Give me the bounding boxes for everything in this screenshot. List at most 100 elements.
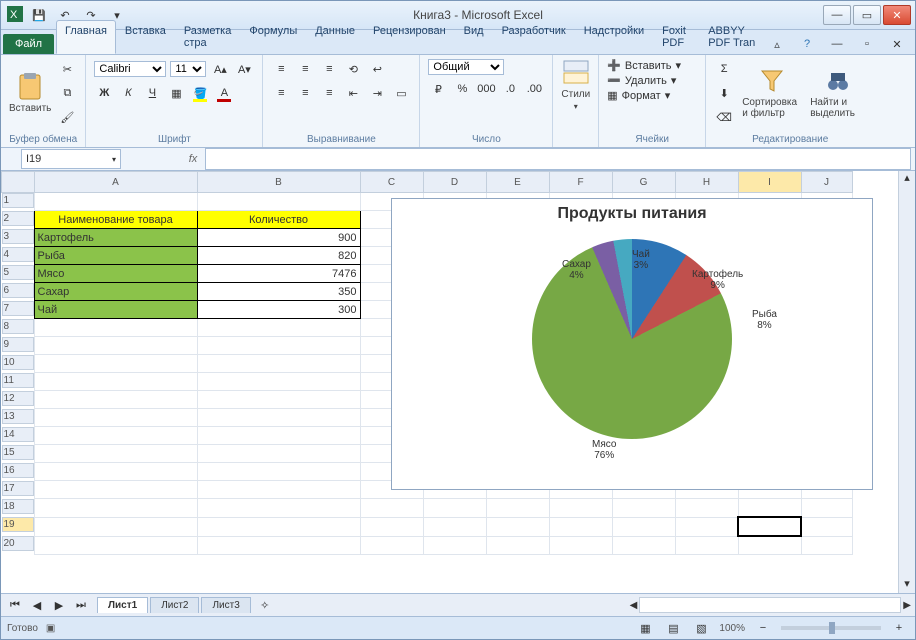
cells-delete-button[interactable]: ➖ Удалить ▾ [607, 74, 697, 87]
cell[interactable] [34, 427, 197, 445]
column-header[interactable]: H [675, 172, 738, 193]
new-sheet-icon[interactable]: ✧ [255, 595, 275, 615]
zoom-level[interactable]: 100% [719, 623, 745, 634]
align-bottom-icon[interactable]: ≡ [319, 59, 339, 79]
decrease-indent-icon[interactable]: ⇤ [343, 83, 363, 103]
cell[interactable] [423, 499, 486, 518]
row-header[interactable]: 10 [2, 355, 34, 370]
cut-icon[interactable]: ✂ [57, 59, 77, 79]
row-header[interactable]: 9 [2, 337, 34, 352]
column-header[interactable]: C [360, 172, 423, 193]
cell[interactable]: Мясо [34, 265, 197, 283]
mdi-restore-icon[interactable]: ▫ [857, 34, 877, 54]
fill-down-icon[interactable]: ⬇ [714, 83, 734, 103]
font-color-icon[interactable]: A [214, 83, 234, 103]
column-header[interactable]: A [34, 172, 197, 193]
cell[interactable] [738, 536, 801, 555]
autosum-icon[interactable]: Σ [714, 59, 734, 79]
decrease-decimal-icon[interactable]: .00 [524, 79, 544, 99]
cell[interactable] [197, 337, 360, 355]
zoom-in-icon[interactable]: + [889, 618, 909, 638]
ribbon-tab[interactable]: Формулы [240, 20, 306, 54]
number-format-select[interactable]: Общий [428, 59, 504, 75]
row-header[interactable]: 16 [2, 463, 34, 478]
merge-icon[interactable]: ▭ [391, 83, 411, 103]
sheet-tab[interactable]: Лист2 [150, 597, 199, 613]
cells-insert-button[interactable]: ➕ Вставить ▾ [607, 59, 697, 72]
find-select-button[interactable]: Найти и выделить [810, 67, 866, 119]
cell[interactable] [486, 499, 549, 518]
row-header[interactable]: 17 [2, 481, 34, 496]
ribbon-tab[interactable]: Вставка [116, 20, 175, 54]
column-header[interactable]: G [612, 172, 675, 193]
macro-record-icon[interactable]: ▣ [46, 623, 55, 634]
cell[interactable] [360, 517, 423, 536]
cell[interactable] [197, 373, 360, 391]
file-tab[interactable]: Файл [3, 34, 54, 54]
cell[interactable] [675, 517, 738, 536]
scroll-up-icon[interactable]: ▴ [904, 171, 910, 187]
cell[interactable] [360, 536, 423, 555]
cell[interactable]: 300 [197, 301, 360, 319]
styles-button[interactable]: Стили ▾ [561, 59, 590, 111]
cell[interactable] [197, 391, 360, 409]
cell[interactable]: Картофель [34, 229, 197, 247]
cell[interactable] [34, 355, 197, 373]
increase-decimal-icon[interactable]: .0 [500, 79, 520, 99]
cell[interactable]: 7476 [197, 265, 360, 283]
select-all-corner[interactable] [2, 172, 35, 193]
ribbon-tab[interactable]: Рецензирован [364, 20, 455, 54]
horizontal-scrollbar[interactable]: ◀ ▶ [630, 597, 915, 613]
row-header[interactable]: 7 [2, 301, 34, 316]
cell[interactable] [801, 499, 852, 518]
column-header[interactable]: E [486, 172, 549, 193]
increase-font-icon[interactable]: A▴ [210, 59, 230, 79]
row-header[interactable]: 4 [2, 247, 34, 262]
comma-icon[interactable]: 000 [476, 79, 496, 99]
fx-icon[interactable]: fx [181, 153, 205, 165]
cell[interactable] [197, 536, 360, 555]
prev-sheet-icon[interactable]: ◀ [27, 595, 47, 615]
column-header[interactable]: D [423, 172, 486, 193]
first-sheet-icon[interactable]: ⏮ [5, 595, 25, 615]
minimize-button[interactable]: — [823, 5, 851, 25]
cell[interactable] [197, 463, 360, 481]
cell[interactable] [549, 499, 612, 518]
align-center-icon[interactable]: ≡ [295, 83, 315, 103]
page-break-view-icon[interactable]: ▧ [691, 618, 711, 638]
cell[interactable] [34, 337, 197, 355]
cell[interactable]: 350 [197, 283, 360, 301]
cell[interactable] [197, 319, 360, 337]
copy-icon[interactable]: ⧉ [57, 83, 77, 103]
cell[interactable] [197, 445, 360, 463]
cell[interactable] [549, 536, 612, 555]
cell[interactable] [612, 536, 675, 555]
column-header[interactable]: F [549, 172, 612, 193]
cell[interactable] [34, 517, 197, 536]
page-layout-view-icon[interactable]: ▤ [663, 618, 683, 638]
cell[interactable]: Чай [34, 301, 197, 319]
cell[interactable] [34, 319, 197, 337]
orientation-icon[interactable]: ⟲ [343, 59, 363, 79]
row-header[interactable]: 6 [2, 283, 34, 298]
wrap-text-icon[interactable]: ↩ [367, 59, 387, 79]
cell[interactable]: Количество [197, 211, 360, 229]
align-middle-icon[interactable]: ≡ [295, 59, 315, 79]
cell[interactable] [486, 536, 549, 555]
cell[interactable] [738, 499, 801, 518]
column-header[interactable]: B [197, 172, 360, 193]
row-header[interactable]: 11 [2, 373, 34, 388]
row-header[interactable]: 14 [2, 427, 34, 442]
ribbon-tab[interactable]: Главная [56, 20, 116, 54]
ribbon-tab[interactable]: ABBYY PDF Tran [699, 20, 767, 54]
ribbon-tab[interactable]: Foxit PDF [653, 20, 699, 54]
save-icon[interactable]: 💾 [29, 5, 49, 25]
cell[interactable]: Рыба [34, 247, 197, 265]
sheet-tab[interactable]: Лист1 [97, 597, 148, 613]
cell[interactable] [34, 373, 197, 391]
cell[interactable] [197, 427, 360, 445]
zoom-out-icon[interactable]: − [753, 618, 773, 638]
normal-view-icon[interactable]: ▦ [635, 618, 655, 638]
row-header[interactable]: 5 [2, 265, 34, 280]
bold-button[interactable]: Ж [94, 83, 114, 103]
